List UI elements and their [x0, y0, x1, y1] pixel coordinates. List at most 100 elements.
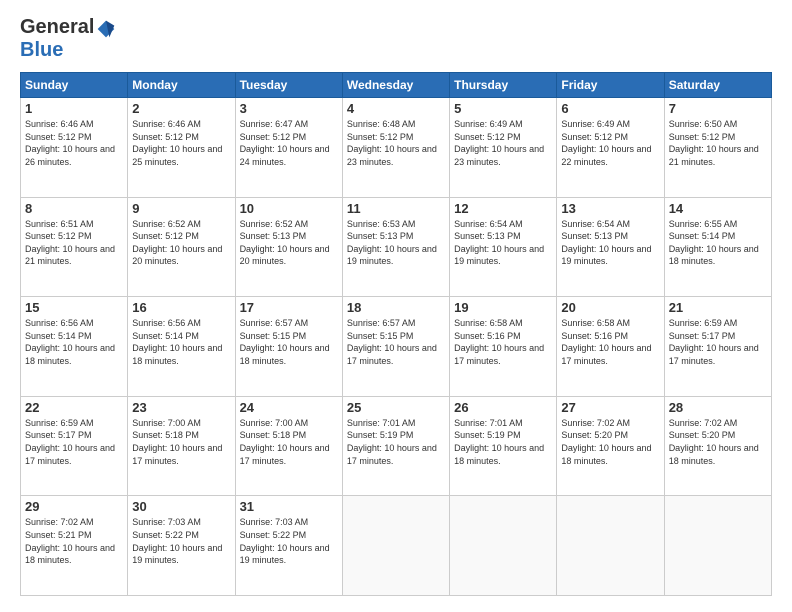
calendar-cell: 29 Sunrise: 7:02 AMSunset: 5:21 PMDayligh…: [21, 496, 128, 596]
calendar-cell: 14Sunrise: 6:55 AMSunset: 5:14 PMDayligh…: [664, 197, 771, 297]
calendar-cell: 28 Sunrise: 7:02 AMSunset: 5:20 PMDayligh…: [664, 396, 771, 496]
day-info: Sunrise: 7:00 AMSunset: 5:18 PMDaylight:…: [132, 417, 230, 467]
calendar-cell: 11 Sunrise: 6:53 AMSunset: 5:13 PMDayligh…: [342, 197, 449, 297]
logo: General Blue: [20, 16, 116, 62]
day-number: 5: [454, 101, 552, 116]
day-info: Sunrise: 6:46 AMSunset: 5:12 PMDaylight:…: [25, 118, 123, 168]
day-info: Sunrise: 6:53 AMSunset: 5:13 PMDaylight:…: [347, 218, 445, 268]
calendar-cell: 25 Sunrise: 7:01 AMSunset: 5:19 PMDayligh…: [342, 396, 449, 496]
calendar-table: Sunday Monday Tuesday Wednesday Thursday…: [20, 72, 772, 596]
day-info: Sunrise: 6:58 AMSunset: 5:16 PMDaylight:…: [454, 317, 552, 367]
day-number: 19: [454, 300, 552, 315]
day-info: Sunrise: 7:00 AMSunset: 5:18 PMDaylight:…: [240, 417, 338, 467]
logo-blue: Blue: [20, 39, 63, 61]
calendar-cell: 18 Sunrise: 6:57 AMSunset: 5:15 PMDayligh…: [342, 297, 449, 397]
day-number: 24: [240, 400, 338, 415]
col-tuesday: Tuesday: [235, 73, 342, 98]
day-number: 26: [454, 400, 552, 415]
calendar-cell: 12 Sunrise: 6:54 AMSunset: 5:13 PMDayligh…: [450, 197, 557, 297]
day-info: Sunrise: 6:54 AMSunset: 5:13 PMDaylight:…: [454, 218, 552, 268]
calendar-week-row: 15 Sunrise: 6:56 AMSunset: 5:14 PMDayligh…: [21, 297, 772, 397]
day-number: 3: [240, 101, 338, 116]
calendar-cell: 24 Sunrise: 7:00 AMSunset: 5:18 PMDayligh…: [235, 396, 342, 496]
calendar-cell: 6 Sunrise: 6:49 AMSunset: 5:12 PMDaylight…: [557, 98, 664, 198]
calendar-cell: 16 Sunrise: 6:56 AMSunset: 5:14 PMDayligh…: [128, 297, 235, 397]
calendar-cell: 20 Sunrise: 6:58 AMSunset: 5:16 PMDayligh…: [557, 297, 664, 397]
day-number: 15: [25, 300, 123, 315]
day-number: 18: [347, 300, 445, 315]
day-number: 17: [240, 300, 338, 315]
day-number: 23: [132, 400, 230, 415]
day-number: 7: [669, 101, 767, 116]
day-number: 10: [240, 201, 338, 216]
calendar-cell: 17 Sunrise: 6:57 AMSunset: 5:15 PMDayligh…: [235, 297, 342, 397]
calendar-cell: 27 Sunrise: 7:02 AMSunset: 5:20 PMDayligh…: [557, 396, 664, 496]
day-number: 2: [132, 101, 230, 116]
day-info: Sunrise: 7:01 AMSunset: 5:19 PMDaylight:…: [347, 417, 445, 467]
day-info: Sunrise: 6:56 AMSunset: 5:14 PMDaylight:…: [25, 317, 123, 367]
day-info: Sunrise: 6:56 AMSunset: 5:14 PMDaylight:…: [132, 317, 230, 367]
day-number: 28: [669, 400, 767, 415]
calendar-week-row: 29 Sunrise: 7:02 AMSunset: 5:21 PMDayligh…: [21, 496, 772, 596]
day-info: Sunrise: 6:51 AMSunset: 5:12 PMDaylight:…: [25, 218, 123, 268]
day-info: Sunrise: 6:57 AMSunset: 5:15 PMDaylight:…: [240, 317, 338, 367]
day-number: 30: [132, 499, 230, 514]
calendar-cell: [342, 496, 449, 596]
day-number: 9: [132, 201, 230, 216]
calendar-cell: [664, 496, 771, 596]
day-number: 25: [347, 400, 445, 415]
day-info: Sunrise: 6:49 AMSunset: 5:12 PMDaylight:…: [561, 118, 659, 168]
day-number: 21: [669, 300, 767, 315]
day-info: Sunrise: 6:49 AMSunset: 5:12 PMDaylight:…: [454, 118, 552, 168]
calendar-cell: 13Sunrise: 6:54 AMSunset: 5:13 PMDayligh…: [557, 197, 664, 297]
calendar-cell: 9 Sunrise: 6:52 AMSunset: 5:12 PMDaylight…: [128, 197, 235, 297]
day-number: 22: [25, 400, 123, 415]
day-info: Sunrise: 6:58 AMSunset: 5:16 PMDaylight:…: [561, 317, 659, 367]
day-number: 11: [347, 201, 445, 216]
calendar-week-row: 8 Sunrise: 6:51 AMSunset: 5:12 PMDaylight…: [21, 197, 772, 297]
calendar-cell: [450, 496, 557, 596]
calendar-header-row: Sunday Monday Tuesday Wednesday Thursday…: [21, 73, 772, 98]
day-number: 6: [561, 101, 659, 116]
day-info: Sunrise: 6:57 AMSunset: 5:15 PMDaylight:…: [347, 317, 445, 367]
calendar-cell: 3Sunrise: 6:47 AMSunset: 5:12 PMDaylight…: [235, 98, 342, 198]
calendar-week-row: 1 Sunrise: 6:46 AMSunset: 5:12 PMDaylight…: [21, 98, 772, 198]
logo-general: General: [20, 16, 116, 39]
calendar-cell: 15 Sunrise: 6:56 AMSunset: 5:14 PMDayligh…: [21, 297, 128, 397]
day-number: 20: [561, 300, 659, 315]
day-number: 16: [132, 300, 230, 315]
day-info: Sunrise: 7:01 AMSunset: 5:19 PMDaylight:…: [454, 417, 552, 467]
col-thursday: Thursday: [450, 73, 557, 98]
calendar-cell: 1 Sunrise: 6:46 AMSunset: 5:12 PMDaylight…: [21, 98, 128, 198]
day-info: Sunrise: 6:46 AMSunset: 5:12 PMDaylight:…: [132, 118, 230, 168]
day-info: Sunrise: 6:59 AMSunset: 5:17 PMDaylight:…: [25, 417, 123, 467]
calendar-cell: 22 Sunrise: 6:59 AMSunset: 5:17 PMDayligh…: [21, 396, 128, 496]
day-number: 29: [25, 499, 123, 514]
day-number: 27: [561, 400, 659, 415]
day-info: Sunrise: 6:50 AMSunset: 5:12 PMDaylight:…: [669, 118, 767, 168]
header: General Blue: [20, 16, 772, 62]
day-number: 8: [25, 201, 123, 216]
calendar-cell: [557, 496, 664, 596]
calendar-week-row: 22 Sunrise: 6:59 AMSunset: 5:17 PMDayligh…: [21, 396, 772, 496]
day-info: Sunrise: 6:52 AMSunset: 5:13 PMDaylight:…: [240, 218, 338, 268]
day-info: Sunrise: 6:52 AMSunset: 5:12 PMDaylight:…: [132, 218, 230, 268]
calendar-cell: 30Sunrise: 7:03 AMSunset: 5:22 PMDayligh…: [128, 496, 235, 596]
calendar-cell: 8 Sunrise: 6:51 AMSunset: 5:12 PMDaylight…: [21, 197, 128, 297]
calendar-cell: 10 Sunrise: 6:52 AMSunset: 5:13 PMDayligh…: [235, 197, 342, 297]
day-info: Sunrise: 6:59 AMSunset: 5:17 PMDaylight:…: [669, 317, 767, 367]
day-info: Sunrise: 7:02 AMSunset: 5:20 PMDaylight:…: [561, 417, 659, 467]
calendar-cell: 4Sunrise: 6:48 AMSunset: 5:12 PMDaylight…: [342, 98, 449, 198]
calendar-cell: 2 Sunrise: 6:46 AMSunset: 5:12 PMDaylight…: [128, 98, 235, 198]
day-info: Sunrise: 7:02 AMSunset: 5:20 PMDaylight:…: [669, 417, 767, 467]
col-friday: Friday: [557, 73, 664, 98]
col-saturday: Saturday: [664, 73, 771, 98]
col-sunday: Sunday: [21, 73, 128, 98]
day-number: 12: [454, 201, 552, 216]
day-number: 4: [347, 101, 445, 116]
day-number: 1: [25, 101, 123, 116]
calendar-cell: 19 Sunrise: 6:58 AMSunset: 5:16 PMDayligh…: [450, 297, 557, 397]
calendar-cell: 26 Sunrise: 7:01 AMSunset: 5:19 PMDayligh…: [450, 396, 557, 496]
day-info: Sunrise: 7:02 AMSunset: 5:21 PMDaylight:…: [25, 516, 123, 566]
day-number: 31: [240, 499, 338, 514]
